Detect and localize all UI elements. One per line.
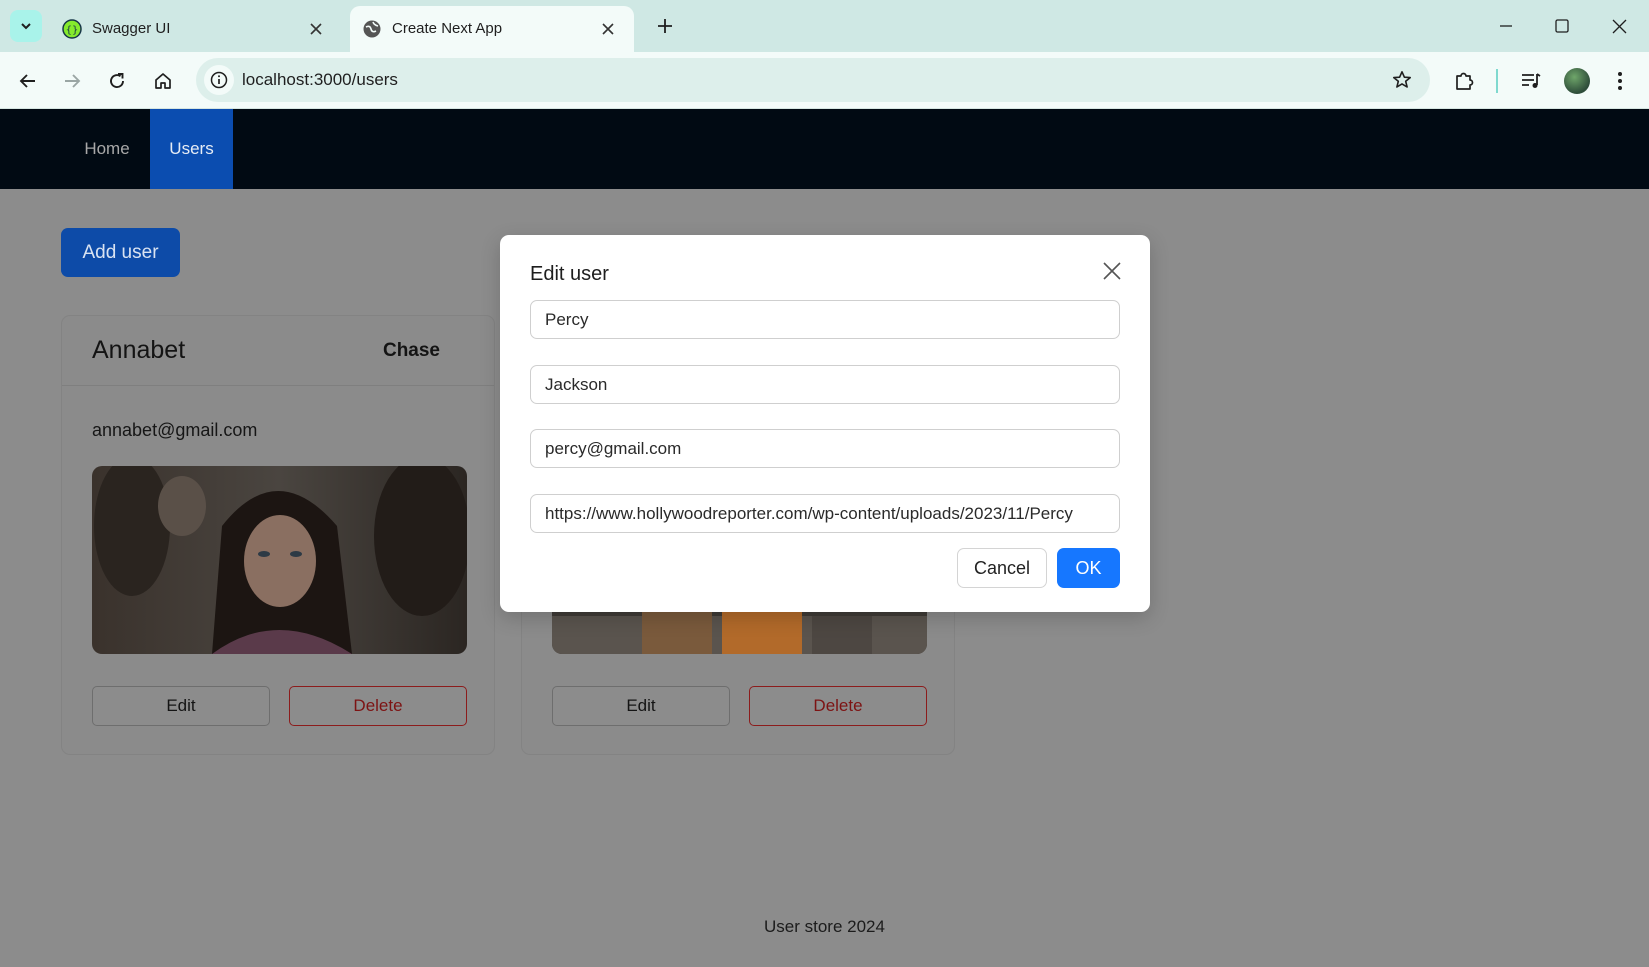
media-queue-icon [1522, 73, 1541, 88]
modal-close-button[interactable] [1098, 257, 1126, 285]
app-nav-bar: Home Users [0, 109, 1649, 189]
reload-button[interactable] [101, 65, 133, 97]
info-icon [210, 71, 228, 89]
browser-tab-strip: {} Swagger UI Create Next App [0, 0, 1649, 52]
profile-avatar[interactable] [1564, 68, 1590, 94]
tab-create-next-app[interactable]: Create Next App [350, 6, 634, 52]
edit-button[interactable]: Edit [92, 686, 270, 726]
close-tab-button[interactable] [598, 19, 618, 39]
chevron-down-icon [21, 23, 31, 30]
add-user-button[interactable]: Add user [61, 228, 180, 277]
close-icon [1103, 262, 1121, 280]
toolbar-divider [1496, 69, 1498, 93]
user-card: Annabet Chase annabet@gmail.com Edit Del… [61, 315, 495, 755]
maximize-button[interactable] [1542, 10, 1582, 42]
close-tab-button[interactable] [306, 19, 326, 39]
swagger-icon: {} [62, 19, 82, 39]
email-input[interactable] [530, 429, 1120, 468]
tab-title: Create Next App [392, 20, 503, 37]
nav-item-home[interactable]: Home [66, 109, 148, 189]
first-name-input[interactable] [530, 300, 1120, 339]
star-icon [1393, 71, 1411, 88]
home-button[interactable] [147, 65, 179, 97]
last-name-input[interactable] [530, 365, 1120, 404]
image-url-input[interactable] [530, 494, 1120, 533]
close-icon [602, 23, 614, 35]
tab-swagger[interactable]: {} Swagger UI [50, 6, 342, 52]
close-window-button[interactable] [1599, 10, 1639, 42]
arrow-right-icon [65, 74, 81, 88]
more-vertical-icon [1618, 72, 1622, 90]
edit-user-modal: Edit user Cancel OK [500, 235, 1150, 612]
tab-search-button[interactable] [10, 10, 42, 42]
back-button[interactable] [12, 65, 44, 97]
modal-title: Edit user [530, 263, 609, 285]
bookmark-button[interactable] [1390, 68, 1414, 92]
user-photo [92, 466, 467, 654]
puzzle-icon [1456, 72, 1474, 90]
delete-button[interactable]: Delete [749, 686, 927, 726]
nav-item-users[interactable]: Users [150, 109, 233, 189]
minimize-icon [1500, 25, 1512, 27]
page-footer: User store 2024 [764, 917, 885, 936]
close-icon [310, 23, 322, 35]
delete-button[interactable]: Delete [289, 686, 467, 726]
close-icon [1612, 19, 1626, 33]
tab-title: Swagger UI [92, 20, 171, 37]
ok-button[interactable]: OK [1057, 548, 1120, 588]
extensions-button[interactable] [1448, 65, 1480, 97]
new-tab-button[interactable] [651, 12, 679, 40]
svg-text:{}: {} [66, 25, 79, 36]
globe-icon [363, 20, 381, 38]
browser-toolbar: localhost:3000/users [0, 52, 1649, 109]
url-text[interactable]: localhost:3000/users [242, 70, 398, 90]
maximize-icon [1555, 19, 1569, 33]
media-control-button[interactable] [1515, 65, 1547, 97]
forward-button[interactable] [56, 65, 88, 97]
user-email: annabet@gmail.com [92, 420, 258, 440]
cancel-button[interactable]: Cancel [957, 548, 1047, 588]
edit-button[interactable]: Edit [552, 686, 730, 726]
browser-menu-button[interactable] [1604, 65, 1636, 97]
reload-icon [110, 73, 124, 88]
user-first-name: Annabet [92, 336, 186, 364]
arrow-left-icon [19, 74, 35, 88]
plus-icon [658, 19, 672, 33]
card-header: Annabet Chase [62, 316, 494, 386]
home-icon [155, 73, 171, 89]
site-info-button[interactable] [204, 65, 234, 95]
minimize-button[interactable] [1486, 10, 1526, 42]
address-bar[interactable]: localhost:3000/users [196, 58, 1430, 102]
user-last-name: Chase [382, 340, 440, 361]
